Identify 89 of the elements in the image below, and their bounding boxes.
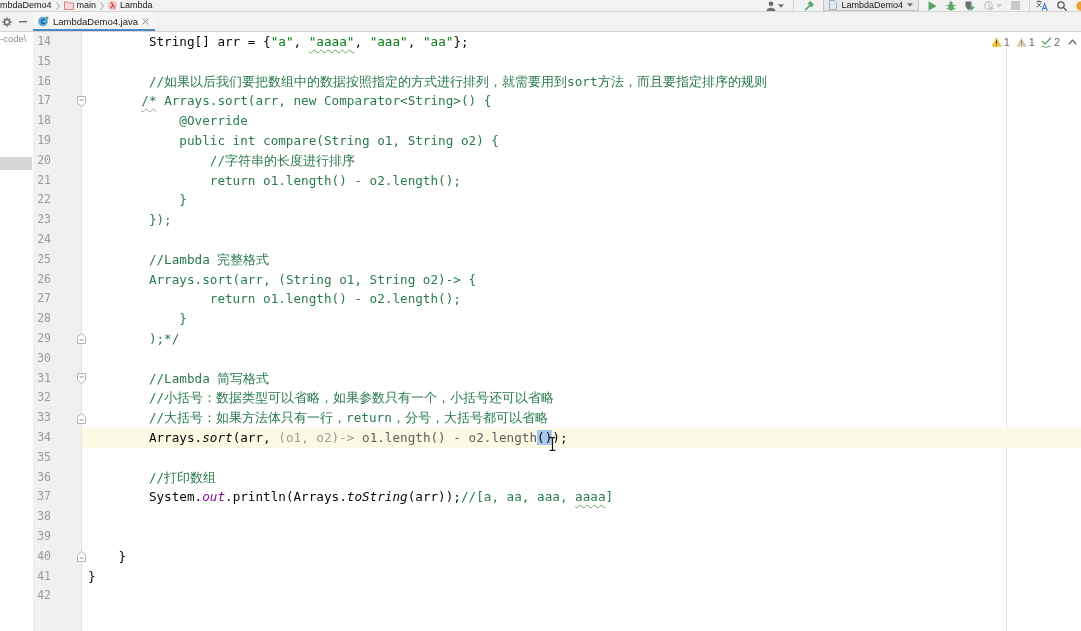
spellcheck-icon	[1040, 36, 1052, 48]
user-icon[interactable]	[766, 0, 777, 11]
code-line: }	[179, 310, 187, 329]
line-number: 23	[36, 211, 51, 229]
fold-marker-icon[interactable]	[77, 333, 86, 345]
fold-marker-icon[interactable]	[77, 95, 86, 107]
caret-icon[interactable]	[778, 3, 785, 8]
breadcrumb-item[interactable]: Lambda	[108, 0, 153, 11]
project-path-text: -code\	[0, 33, 27, 45]
breadcrumb-item[interactable]: main	[63, 0, 97, 11]
line-number: 29	[36, 329, 51, 347]
breadcrumb-item[interactable]: mbdaDemo4	[0, 0, 52, 11]
hammer-icon[interactable]	[804, 0, 815, 11]
code-line: });	[148, 211, 172, 230]
code-line: }	[179, 191, 187, 210]
code-line: /* Arrays.sort(arr, new Comparator<String>() {	[141, 92, 492, 111]
minimize-icon[interactable]	[19, 20, 27, 23]
translate-icon[interactable]	[1036, 0, 1048, 11]
line-number: 33	[36, 409, 51, 427]
code-line: //字符串的长度进行排序	[209, 151, 355, 170]
search-icon[interactable]	[1057, 0, 1067, 11]
shield-play-icon[interactable]	[965, 0, 975, 11]
line-number: 36	[36, 468, 51, 486]
code-line: }	[118, 547, 127, 566]
run-config-dropdown[interactable]: LambdaDemo4	[823, 0, 919, 11]
inspection-indicator[interactable]: 2	[1040, 36, 1060, 48]
line-number: 32	[36, 389, 51, 407]
line-number: 38	[36, 508, 51, 526]
folder-icon	[63, 1, 74, 10]
fold-marker-icon[interactable]	[77, 551, 86, 563]
code-line: //打印数组	[148, 468, 217, 487]
code-line: public int compare(String o1, String o2) {	[179, 132, 499, 150]
file-icon	[829, 0, 838, 10]
line-number: 30	[36, 349, 51, 367]
code-line: //小括号：数据类型可以省略，如果参数只有一个，小括号还可以省略	[148, 389, 555, 408]
line-number: 22	[36, 191, 51, 209]
line-number: 18	[36, 112, 51, 130]
caret-icon[interactable]	[907, 3, 913, 7]
code-line: String[] arr = {"a", "aaaa", "aaa", "aa"};	[148, 33, 469, 51]
line-number: 35	[36, 448, 51, 466]
warning-icon	[990, 37, 1002, 47]
warning-icon	[1015, 37, 1027, 47]
line-number: 24	[36, 230, 51, 248]
line-number: 19	[36, 132, 51, 149]
close-icon[interactable]	[142, 18, 150, 25]
line-number: 42	[36, 587, 51, 605]
line-number: 31	[36, 369, 51, 387]
fold-marker-icon[interactable]	[77, 412, 86, 424]
chevron-right-icon	[100, 1, 105, 10]
line-number: 40	[36, 547, 51, 565]
line-number: 39	[36, 527, 51, 545]
inspection-indicator[interactable]: 1	[990, 36, 1010, 48]
code-line: System.out.println(Arrays.toString(arr));//[a, aa, aaa, aaaa]	[148, 488, 614, 507]
line-number: 14	[36, 33, 51, 50]
code-line: return o1.length() - o2.length();	[209, 171, 461, 190]
class-file-icon	[38, 16, 49, 27]
code-line: Arrays.sort(arr, (String o1, String o2)-> {	[148, 270, 477, 289]
lambda-icon	[108, 1, 118, 10]
code-line: }	[88, 567, 96, 586]
line-number: 26	[36, 270, 51, 288]
code-line: );*/	[148, 329, 180, 348]
editor-tab[interactable]: LambdaDemo4.java	[33, 12, 156, 31]
line-number: 28	[36, 310, 51, 328]
text-cursor-icon	[548, 436, 556, 451]
settings-icon[interactable]	[2, 16, 12, 27]
line-number: 37	[36, 488, 51, 506]
line-number: 27	[36, 290, 51, 308]
code-line: //Lambda 简写格式	[148, 369, 270, 388]
line-number: 17	[36, 92, 51, 110]
code-line: @Override	[179, 112, 248, 131]
code-line: Arrays.sort(arr, (o1, o2)-> o1.length() - o2.length());	[148, 428, 568, 447]
code-line: //Lambda 完整格式	[148, 250, 270, 269]
chevron-up-icon[interactable]	[1068, 39, 1077, 45]
chevron-right-icon	[55, 1, 60, 10]
notification-icon[interactable]	[1076, 0, 1081, 11]
code-line: //如果以后我们要把数组中的数据按照指定的方式进行排列，就需要用到sort方法，而且要指定排序的规则	[148, 72, 767, 91]
bug-icon[interactable]	[946, 0, 956, 11]
line-number: 16	[36, 72, 51, 90]
line-number: 15	[36, 52, 51, 70]
inspection-indicator[interactable]: 1	[1015, 36, 1035, 48]
code-line: //大括号：如果方法体只有一行，return，分号，大括号都可以省略	[148, 409, 548, 428]
line-number: 25	[36, 250, 51, 268]
fold-marker-icon[interactable]	[77, 372, 86, 384]
line-number: 41	[36, 567, 51, 585]
line-number: 21	[36, 171, 51, 189]
line-number: 20	[36, 151, 51, 169]
line-number: 34	[36, 428, 51, 446]
play-icon[interactable]	[928, 0, 937, 11]
code-line: return o1.length() - o2.length();	[209, 290, 461, 309]
